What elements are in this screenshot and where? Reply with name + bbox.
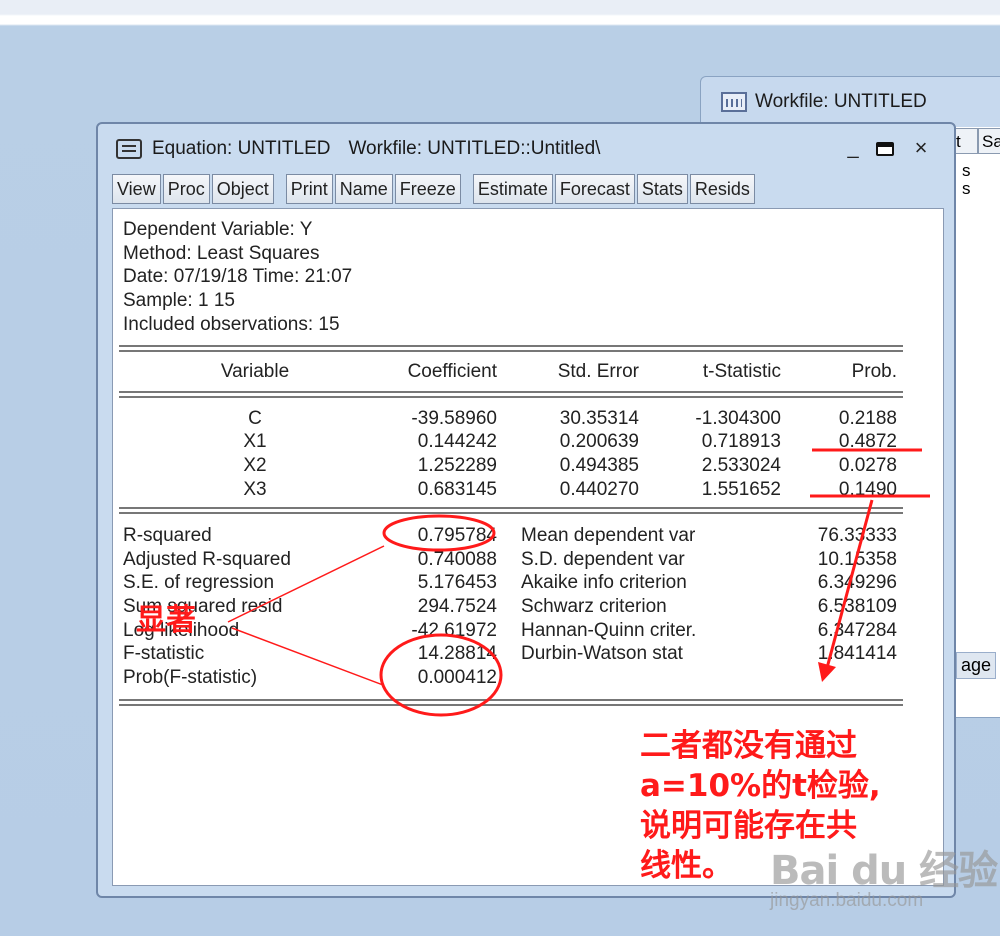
significant-annotation: 显著	[136, 603, 196, 638]
note-line: 二者都没有通过	[640, 728, 857, 764]
pointer-line-upper	[227, 545, 385, 623]
arrow-head-icon	[818, 662, 836, 682]
r-squared-circle	[382, 514, 496, 552]
f-statistic-circle	[379, 633, 503, 717]
note-line: a=10%的t检验,	[640, 768, 881, 804]
arrow-shaft	[825, 499, 874, 669]
baidu-watermark: Bai du 经验 jingyan.baidu.com	[770, 838, 998, 911]
pointer-line-lower	[231, 627, 384, 686]
watermark-logo: Bai du 经验	[770, 848, 998, 894]
watermark-url: jingyan.baidu.com	[770, 890, 924, 911]
